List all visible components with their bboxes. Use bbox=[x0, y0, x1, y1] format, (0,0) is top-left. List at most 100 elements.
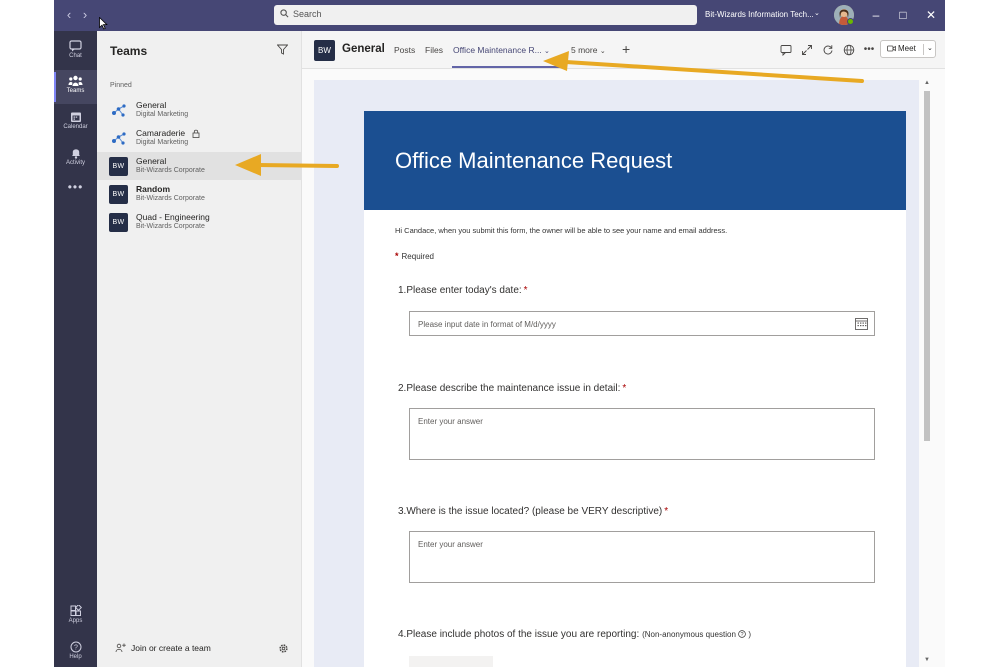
team-logo: BW bbox=[109, 157, 128, 176]
teams-panel: Teams Pinned General Digital Marketing C… bbox=[97, 31, 302, 667]
tab-office-maintenance[interactable]: Office Maintenance R... ⌄ bbox=[453, 45, 550, 55]
teams-window: ‹ › Search Bit-Wizards Information Tech.… bbox=[54, 0, 945, 667]
gear-icon[interactable] bbox=[278, 643, 289, 654]
scrollbar[interactable]: ▲ ▼ bbox=[923, 80, 931, 665]
help-icon: ? bbox=[70, 641, 81, 653]
close-icon[interactable]: ✕ bbox=[923, 7, 939, 23]
team-logo: BW bbox=[109, 185, 128, 204]
meet-label: Meet bbox=[898, 44, 916, 53]
calendar-icon[interactable] bbox=[855, 317, 868, 330]
date-placeholder: Please input date in format of M/d/yyyy bbox=[418, 320, 556, 329]
team-network-icon bbox=[112, 132, 126, 145]
tab-more[interactable]: 5 more ⌄ bbox=[571, 45, 606, 55]
more-options-icon[interactable]: ••• bbox=[863, 44, 875, 56]
team-item[interactable]: BW Quad - Engineering Bit-Wizards Corpor… bbox=[97, 208, 302, 236]
team-name: General bbox=[136, 156, 167, 166]
bell-icon bbox=[71, 149, 80, 159]
title-bar: ‹ › Search Bit-Wizards Information Tech.… bbox=[54, 0, 945, 31]
question-4: 4.Please include photos of the issue you… bbox=[398, 629, 751, 640]
tab-posts[interactable]: Posts bbox=[394, 45, 415, 55]
maximize-icon[interactable]: □ bbox=[895, 7, 911, 23]
add-tab-icon[interactable]: + bbox=[622, 41, 630, 57]
chevron-down-icon[interactable]: ⌄ bbox=[814, 9, 820, 17]
tab-content: Office Maintenance Request Hi Candace, w… bbox=[302, 69, 945, 667]
team-subtitle: Digital Marketing bbox=[136, 111, 189, 118]
conversation-icon[interactable] bbox=[780, 44, 792, 56]
rail-item-teams[interactable]: Teams bbox=[54, 70, 97, 104]
channel-logo: BW bbox=[314, 40, 335, 61]
team-name: Quad - Engineering bbox=[136, 212, 210, 222]
rail-item-help[interactable]: ? Help bbox=[54, 636, 97, 667]
join-create-team-button[interactable]: Join or create a team bbox=[115, 643, 211, 653]
tab-label: 5 more bbox=[571, 45, 598, 55]
search-input[interactable]: Search bbox=[274, 5, 697, 25]
issue-description-field[interactable]: Enter your answer bbox=[409, 408, 875, 460]
team-subtitle: Bit-Wizards Corporate bbox=[136, 167, 205, 174]
question-text: Please enter today's date: bbox=[406, 285, 522, 296]
rail-label: Apps bbox=[68, 618, 83, 624]
rail-item-chat[interactable]: Chat bbox=[54, 35, 97, 69]
chat-icon bbox=[69, 40, 82, 52]
org-switcher[interactable]: Bit-Wizards Information Tech... bbox=[705, 10, 814, 19]
question-1: 1.Please enter today's date: * bbox=[398, 285, 528, 296]
rail-item-apps[interactable]: Apps bbox=[54, 600, 97, 634]
scroll-down-icon[interactable]: ▼ bbox=[923, 657, 931, 663]
team-item[interactable]: BW Random Bit-Wizards Corporate bbox=[97, 180, 302, 208]
tab-files[interactable]: Files bbox=[425, 45, 443, 55]
team-logo: BW bbox=[109, 213, 128, 232]
app-rail: Chat Teams Calendar Activity ••• Apps ? … bbox=[54, 31, 97, 667]
rail-label: Activity bbox=[65, 160, 85, 166]
rail-item-activity[interactable]: Activity bbox=[54, 142, 97, 176]
active-tab-indicator bbox=[452, 66, 561, 68]
rail-item-more[interactable]: ••• bbox=[54, 177, 97, 211]
team-subtitle: Bit-Wizards Corporate bbox=[136, 195, 205, 202]
required-star: * bbox=[622, 383, 627, 394]
date-input[interactable]: Please input date in format of M/d/yyyy bbox=[409, 311, 875, 336]
team-item[interactable]: General Digital Marketing bbox=[97, 96, 302, 124]
required-star: * bbox=[523, 285, 528, 296]
team-item[interactable]: Camaraderie Digital Marketing bbox=[97, 124, 302, 152]
team-item-selected[interactable]: BW General Bit-Wizards Corporate bbox=[97, 152, 302, 180]
more-icon: ••• bbox=[67, 180, 84, 194]
search-icon bbox=[280, 9, 289, 18]
minimize-icon[interactable]: – bbox=[868, 7, 884, 23]
filter-icon[interactable] bbox=[277, 44, 288, 55]
issue-location-field[interactable]: Enter your answer bbox=[409, 531, 875, 583]
form-canvas: Office Maintenance Request Hi Candace, w… bbox=[314, 80, 919, 667]
rail-label: Calendar bbox=[63, 124, 88, 130]
meet-button[interactable]: Meet ⌄ bbox=[880, 40, 936, 58]
rail-item-calendar[interactable]: Calendar bbox=[54, 106, 97, 140]
form-banner: Office Maintenance Request bbox=[364, 111, 906, 210]
scrollbar-thumb[interactable] bbox=[924, 91, 930, 441]
answer-placeholder: Enter your answer bbox=[418, 417, 483, 426]
calendar-icon bbox=[70, 112, 81, 122]
chevron-down-icon[interactable]: ⌄ bbox=[923, 44, 933, 55]
form-card: Office Maintenance Request Hi Candace, w… bbox=[364, 111, 906, 667]
team-network-icon bbox=[112, 104, 126, 117]
note-end: ) bbox=[748, 630, 752, 639]
chevron-left-icon[interactable]: ‹ bbox=[62, 7, 76, 23]
add-team-icon bbox=[115, 643, 126, 653]
form-notice: Hi Candace, when you submit this form, t… bbox=[395, 226, 728, 235]
video-icon bbox=[887, 45, 896, 52]
team-subtitle: Digital Marketing bbox=[136, 139, 189, 146]
chevron-right-icon[interactable]: › bbox=[78, 7, 92, 23]
upload-file-button[interactable] bbox=[409, 656, 493, 667]
globe-icon[interactable] bbox=[843, 44, 855, 56]
svg-text:?: ? bbox=[74, 645, 78, 652]
expand-icon[interactable] bbox=[801, 44, 813, 56]
question-text: Where is the issue located? (please be V… bbox=[406, 506, 663, 517]
info-icon[interactable]: ? bbox=[738, 630, 746, 638]
answer-placeholder: Enter your answer bbox=[418, 540, 483, 549]
required-legend: * Required bbox=[395, 251, 434, 261]
scroll-up-icon[interactable]: ▲ bbox=[923, 80, 931, 86]
question-text: Please describe the maintenance issue in… bbox=[406, 383, 621, 394]
refresh-icon[interactable] bbox=[822, 44, 834, 56]
question-text: Please include photos of the issue you a… bbox=[406, 629, 640, 640]
channel-header: BW General Posts Files Office Maintenanc… bbox=[302, 31, 945, 69]
rail-label: Teams bbox=[66, 88, 85, 94]
rail-label: Help bbox=[69, 654, 82, 660]
chevron-down-icon[interactable]: ⌄ bbox=[544, 48, 550, 55]
rail-label: Chat bbox=[69, 53, 82, 59]
tab-label: Office Maintenance R... bbox=[453, 45, 542, 55]
